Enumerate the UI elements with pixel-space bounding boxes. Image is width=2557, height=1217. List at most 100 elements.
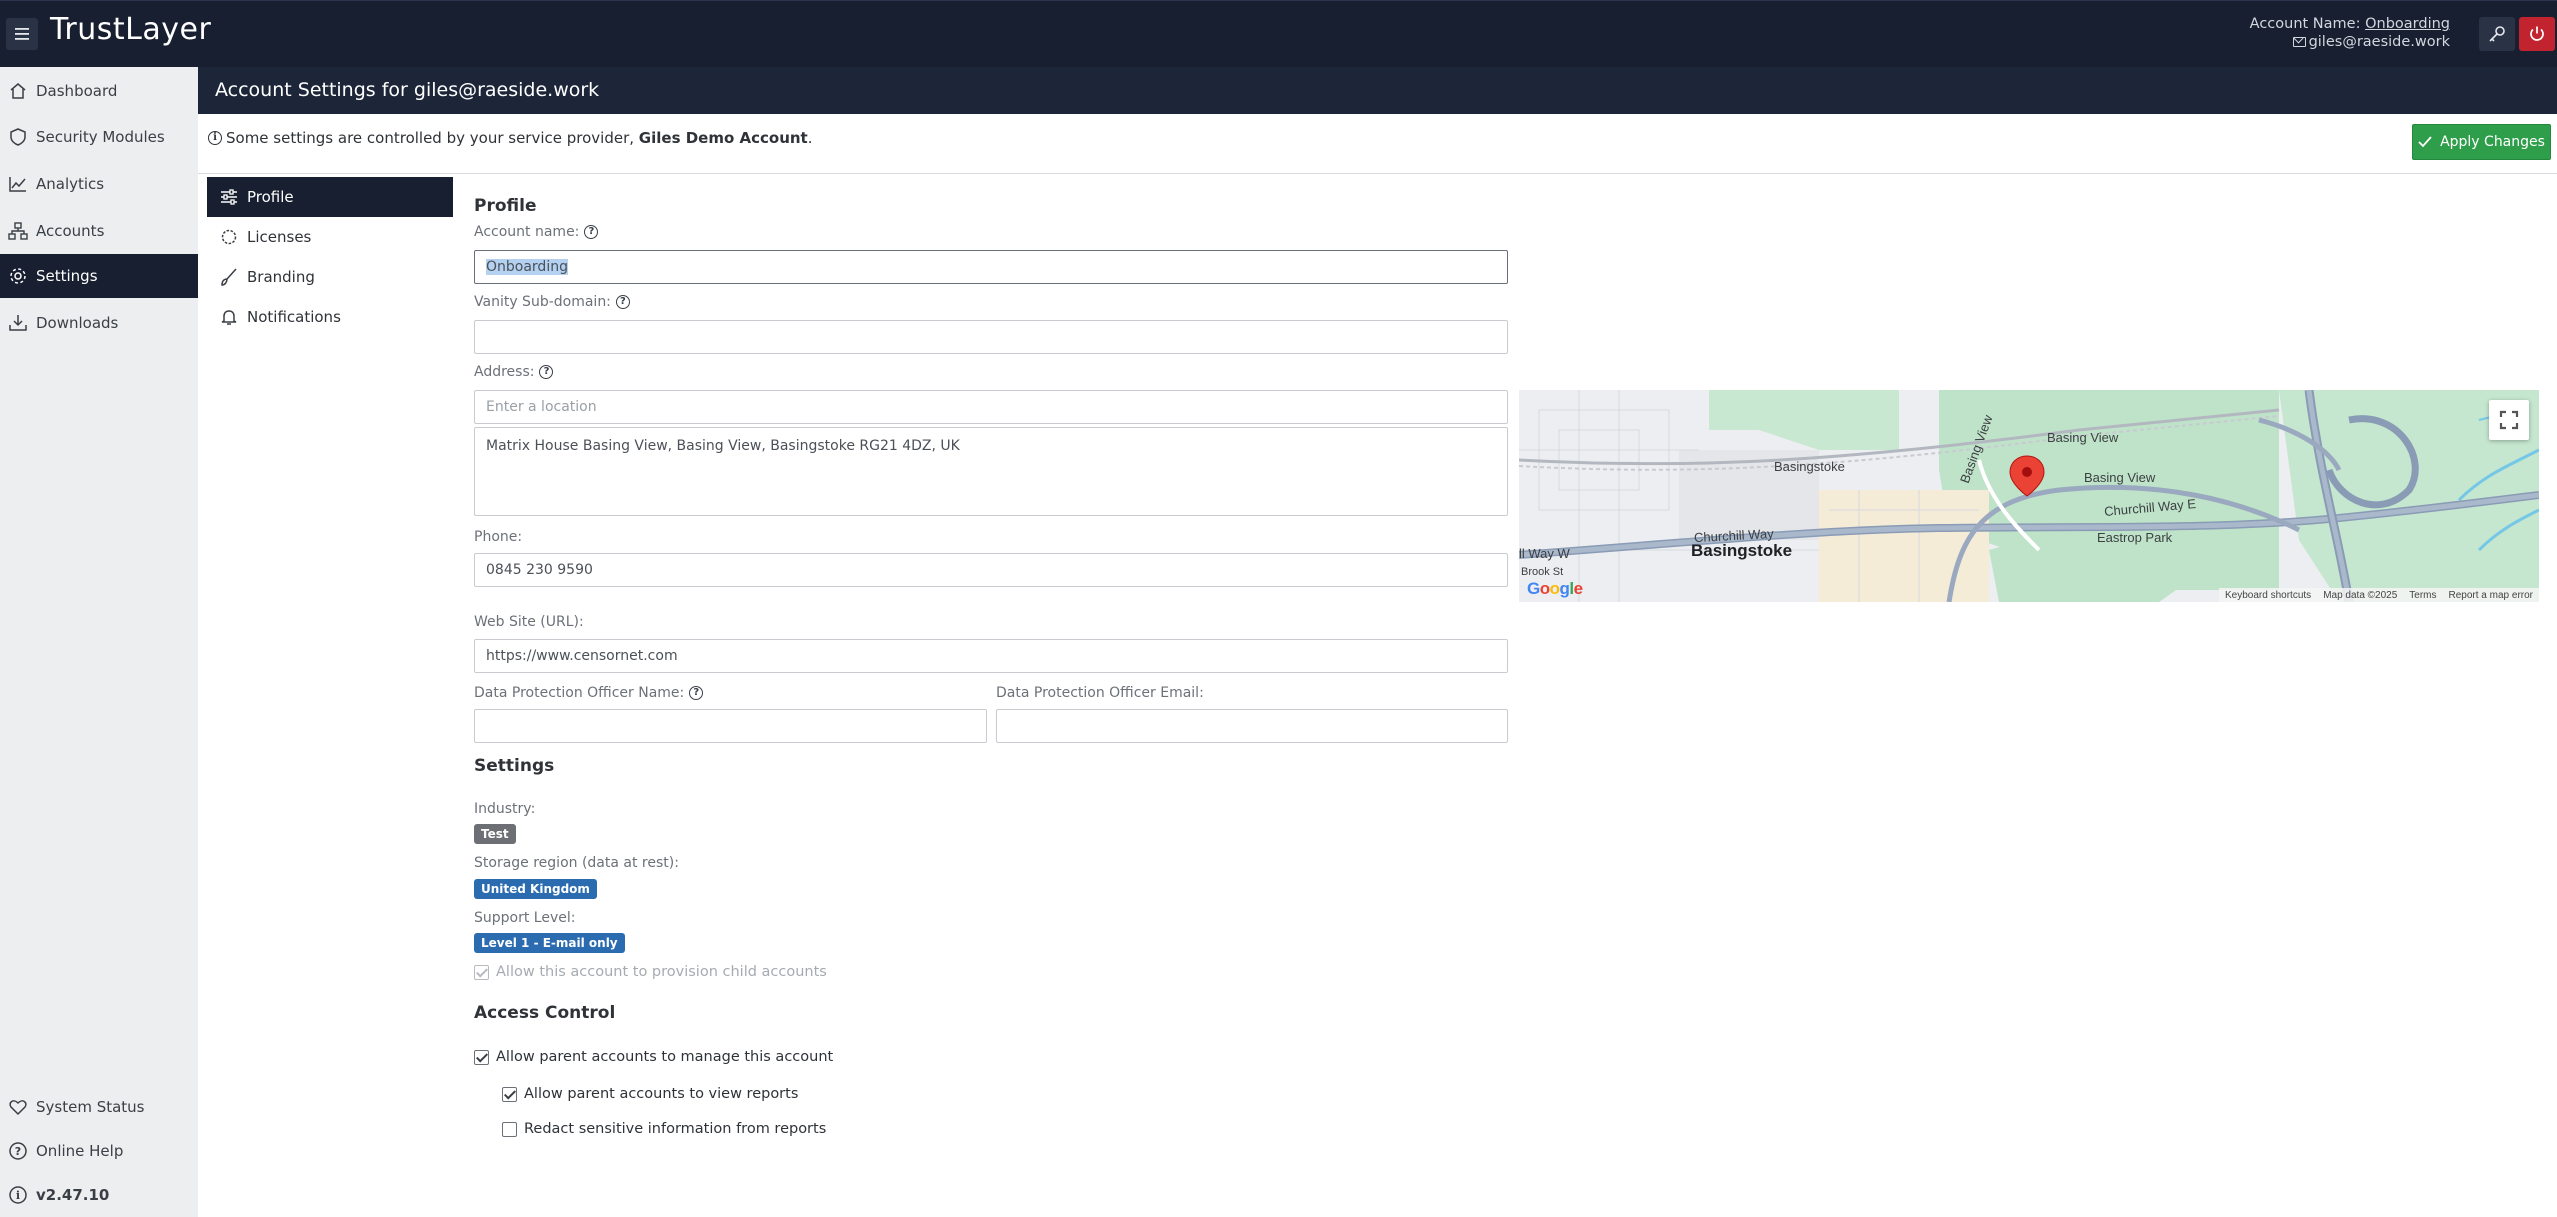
help-icon[interactable]: ? [689,686,704,700]
account-name-input[interactable]: Onboarding [474,250,1508,284]
redact-info-checkbox[interactable] [502,1121,517,1137]
subnav-item-notifications[interactable]: Notifications [207,297,453,337]
view-reports-checkbox[interactable] [502,1086,517,1102]
dpo-email-input[interactable] [996,709,1508,743]
address-label-text: Address: [474,364,535,380]
version-label: v2.47.10 [36,1186,110,1204]
subnav-label: Notifications [247,308,341,326]
address-placeholder: Enter a location [486,399,597,415]
bell-icon [221,310,237,325]
sidebar-item-dashboard[interactable]: Dashboard [0,69,198,113]
profile-form: Profile Account name: ? Onboarding Vanit… [474,0,2557,1217]
storage-region-badge: United Kingdom [474,879,597,899]
map-label-eastrop-park: Eastrop Park [2097,530,2173,545]
map-label-basingstoke-station: Basingstoke [1774,459,1845,474]
google-logo: Google [1527,579,1583,598]
view-reports-checkbox-row[interactable]: Allow parent accounts to view reports [502,1086,798,1102]
redact-info-checkbox-row[interactable]: Redact sensitive information from report… [502,1121,826,1137]
sidebar-item-downloads[interactable]: Downloads [0,301,198,345]
manage-account-checkbox-row[interactable]: Allow parent accounts to manage this acc… [474,1049,833,1065]
subnav-label: Licenses [247,228,312,246]
sidebar-item-label: Analytics [36,175,105,193]
brush-icon [221,268,237,286]
info-icon: i [9,1186,27,1204]
hamburger-menu-button[interactable] [6,18,38,50]
badge-icon [221,229,237,245]
address-search-input[interactable]: Enter a location [474,390,1508,424]
sidebar-item-security-modules[interactable]: Security Modules [0,115,198,159]
phone-label: Phone: [474,529,523,545]
sidebar-item-system-status[interactable]: System Status [0,1085,198,1129]
account-name-value: Onboarding [486,259,568,275]
location-map[interactable]: Basingstoke Basing View Basing View Basi… [1519,390,2539,602]
subnav-label: Branding [247,268,315,286]
profile-section-title: Profile [474,196,537,216]
shield-icon [10,128,26,146]
vanity-label-text: Vanity Sub-domain: [474,294,611,310]
settings-subnav: Profile Licenses Branding Notifications [207,177,453,337]
brand-logo: TrustLayer [50,12,212,47]
subnav-label: Profile [247,188,294,206]
address-label: Address: ? [474,364,554,380]
map-terms[interactable]: Terms [2409,590,2436,601]
help-icon[interactable]: ? [539,365,554,379]
map-label-ll-way-w: ll Way W [1519,546,1570,561]
map-tiles [1519,390,2539,602]
child-accounts-label: Allow this account to provision child ac… [496,964,827,980]
map-label-basing-view-2: Basing View [2084,470,2156,485]
child-accounts-checkbox [474,964,489,980]
sidebar: Dashboard Security Modules Analytics Acc… [0,67,198,1217]
settings-section-title: Settings [474,756,555,776]
access-control-section-title: Access Control [474,1003,616,1023]
sidebar-item-online-help[interactable]: ? Online Help [0,1129,198,1173]
sidebar-item-label: Downloads [36,314,119,332]
view-reports-label: Allow parent accounts to view reports [524,1086,799,1102]
help-icon[interactable]: ? [615,295,630,309]
map-label-basingstoke-town: Basingstoke [1691,541,1793,560]
dpo-name-input[interactable] [474,709,987,743]
map-report-error[interactable]: Report a map error [2449,590,2533,601]
sliders-icon [221,189,237,205]
website-label: Web Site (URL): [474,614,584,630]
gear-icon [10,268,26,284]
info-icon: i [208,131,222,145]
sidebar-version: i v2.47.10 [0,1173,198,1217]
map-label-basing-view-1: Basing View [2047,430,2119,445]
industry-badge: Test [474,824,516,844]
sidebar-item-analytics[interactable]: Analytics [0,162,198,206]
child-accounts-checkbox-row: Allow this account to provision child ac… [474,964,827,980]
phone-input[interactable]: 0845 230 9590 [474,553,1508,587]
dpo-name-label: Data Protection Officer Name: ? [474,685,704,701]
sidebar-item-label: Online Help [36,1142,124,1160]
industry-label: Industry: [474,801,536,817]
redact-info-label: Redact sensitive information from report… [524,1121,827,1137]
heart-icon [9,1100,27,1116]
sidebar-item-accounts[interactable]: Accounts [0,209,198,253]
vanity-subdomain-input[interactable] [474,320,1508,354]
hamburger-icon [15,28,29,40]
support-level-label: Support Level: [474,910,576,926]
subnav-item-profile[interactable]: Profile [207,177,453,217]
sidebar-item-label: Security Modules [36,128,165,146]
help-icon: ? [9,1142,27,1160]
vanity-subdomain-label: Vanity Sub-domain: ? [474,294,630,310]
sidebar-item-settings[interactable]: Settings [0,254,198,298]
address-textarea[interactable]: Matrix House Basing View, Basing View, B… [474,427,1508,516]
map-keyboard-shortcuts[interactable]: Keyboard shortcuts [2225,590,2311,601]
website-input[interactable]: https://www.censornet.com [474,639,1508,673]
subnav-item-branding[interactable]: Branding [207,257,453,297]
website-value: https://www.censornet.com [486,648,678,664]
home-icon [10,83,26,99]
sidebar-item-label: Dashboard [36,82,118,100]
chart-icon [9,177,26,192]
dpo-email-label: Data Protection Officer Email: [996,685,1204,701]
svg-text:?: ? [15,1145,21,1158]
map-data-credit: Map data ©2025 [2323,589,2398,601]
subnav-item-licenses[interactable]: Licenses [207,217,453,257]
help-icon[interactable]: ? [584,225,599,239]
manage-account-label: Allow parent accounts to manage this acc… [496,1049,834,1065]
phone-value: 0845 230 9590 [486,562,593,578]
manage-account-checkbox[interactable] [474,1049,489,1065]
map-fullscreen-button[interactable] [2489,400,2529,440]
address-value: Matrix House Basing View, Basing View, B… [486,438,960,454]
